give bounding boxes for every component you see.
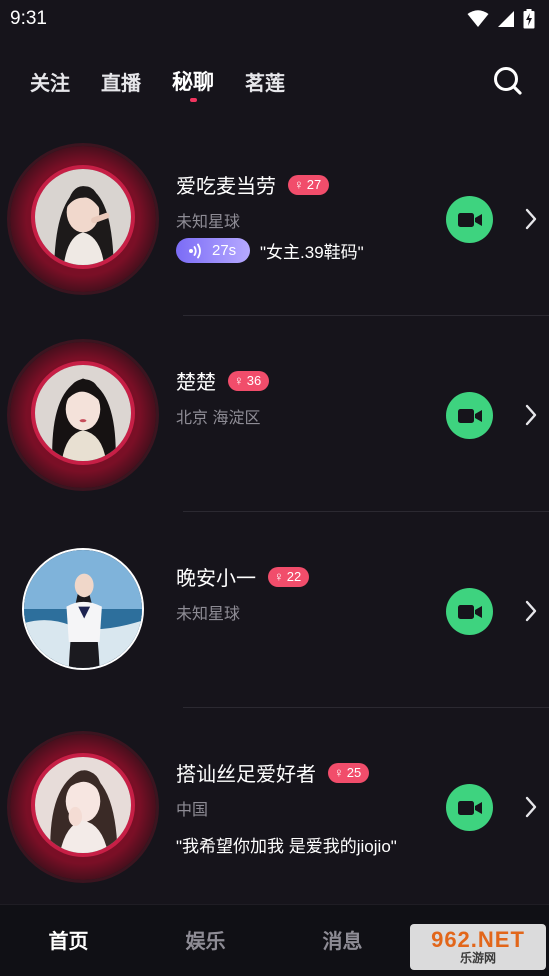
tab-follow[interactable]: 关注 [30,57,70,105]
name-row: 楚楚 ♀ 36 [176,366,270,395]
level-badge: ♀ 36 [228,370,270,391]
chevron-right-icon[interactable] [522,794,540,820]
video-call-button[interactable] [446,392,493,439]
level-badge: ♀ 22 [268,566,310,587]
nav-entertainment[interactable]: 娱乐 [137,925,274,956]
search-icon [494,67,522,95]
status-time: 9:31 [10,8,47,29]
nav-home[interactable]: 首页 [0,925,137,956]
watermark-sub: 乐游网 [459,951,496,965]
badge-value: 27 [306,177,322,192]
watermark-main: 962.NET [431,927,525,952]
wifi-icon [467,10,489,27]
video-camera-icon [457,212,482,227]
avatar-ring [10,538,156,684]
list-item[interactable]: 搭讪丝足爱好者 ♀ 25 中国 "我希望你加我 是爱我的jiojio" [0,708,549,904]
video-camera-icon [457,408,482,423]
user-list: 爱吃麦当劳 ♀ 27 未知星球 27s "女主.39鞋码" 楚楚 ♀ 36 北京… [0,120,549,904]
sound-wave-icon [189,243,201,258]
avatar-ring [10,734,156,880]
user-quote: "我希望你加我 是爱我的jiojio" [176,837,397,856]
avatar-image [35,757,131,853]
top-tab-bar: 关注 直播 秘聊 茗莲 [0,56,549,106]
voice-text: "女主.39鞋码" [260,243,364,262]
list-item[interactable]: 晚安小一 ♀ 22 未知星球 [0,512,549,708]
name-row: 搭讪丝足爱好者 ♀ 25 [176,758,370,787]
avatar[interactable] [31,165,135,269]
avatar-ring [10,146,156,292]
avatar-image [35,169,131,265]
video-call-button[interactable] [446,196,493,243]
search-button[interactable] [493,66,523,96]
avatar[interactable] [31,361,135,465]
video-call-button[interactable] [446,588,493,635]
gender-female-icon: ♀ [334,765,344,780]
chevron-right-icon[interactable] [522,598,540,624]
badge-value: 36 [246,373,262,388]
level-badge: ♀ 27 [288,174,330,195]
avatar-image [35,365,131,461]
list-item[interactable]: 楚楚 ♀ 36 北京 海淀区 [0,316,549,512]
list-item[interactable]: 爱吃麦当劳 ♀ 27 未知星球 27s "女主.39鞋码" [0,120,549,316]
user-name: 爱吃麦当劳 [176,176,276,198]
voice-row: 27s "女主.39鞋码" [176,238,364,263]
user-location: 中国 [176,802,209,819]
tab-minglian[interactable]: 茗莲 [245,57,285,105]
nav-messages[interactable]: 消息 [274,925,411,956]
user-location: 未知星球 [176,214,241,231]
gender-female-icon: ♀ [274,569,284,584]
video-camera-icon [457,604,482,619]
voice-message-button[interactable]: 27s [176,238,250,263]
chevron-right-icon[interactable] [522,206,540,232]
avatar-image [24,550,142,668]
status-bar: 9:31 [0,0,549,38]
gender-female-icon: ♀ [234,373,244,388]
gender-female-icon: ♀ [294,177,304,192]
name-row: 爱吃麦当劳 ♀ 27 [176,170,330,199]
badge-value: 22 [286,569,302,584]
voice-duration: 27s [212,242,237,259]
user-location: 未知星球 [176,606,241,623]
name-row: 晚安小一 ♀ 22 [176,562,310,591]
avatar[interactable] [31,753,135,857]
watermark-logo: 962.NET 乐游网 [410,924,546,970]
signal-icon [498,11,514,27]
user-location: 北京 海淀区 [176,410,261,427]
avatar-ring [10,342,156,488]
badge-value: 25 [346,765,362,780]
battery-charging-icon [523,9,535,29]
status-icons [467,9,535,29]
avatar[interactable] [22,548,144,670]
chevron-right-icon[interactable] [522,402,540,428]
tab-secret-chat[interactable]: 秘聊 [172,57,214,105]
level-badge: ♀ 25 [328,762,370,783]
user-name: 搭讪丝足爱好者 [176,764,316,786]
video-camera-icon [457,800,482,815]
video-call-button[interactable] [446,784,493,831]
tab-live[interactable]: 直播 [101,57,141,105]
user-name: 晚安小一 [176,568,256,590]
user-name: 楚楚 [176,372,216,394]
